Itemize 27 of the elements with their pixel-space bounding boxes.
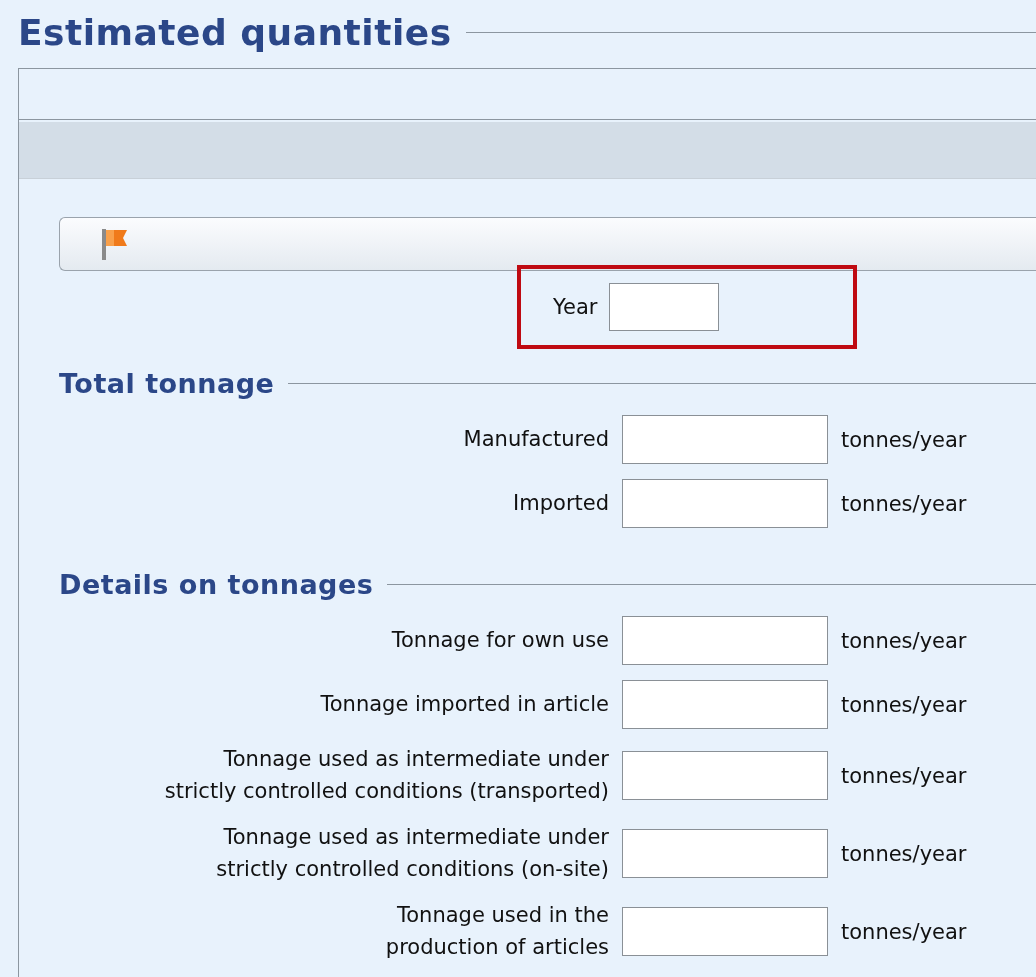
unit-label: tonnes/year [841, 763, 968, 788]
tonnage-field[interactable] [622, 829, 828, 878]
field-label: Tonnage for own use [391, 626, 609, 654]
flag-icon[interactable] [100, 227, 130, 261]
field-label: Tonnage used as intermediate under strictly controlled conditions (transported) [164, 746, 609, 805]
field-label: Imported [513, 489, 609, 517]
tonnage-field[interactable] [622, 415, 828, 464]
tonnage-field[interactable] [622, 479, 828, 528]
field-label: Manufactured [463, 425, 609, 453]
unit-label: tonnes/year [841, 919, 968, 944]
field-label: Tonnage used in the production of articles [385, 902, 609, 961]
field-label: Tonnage imported in article [320, 690, 609, 718]
tonnage-field[interactable] [622, 616, 828, 665]
field-label: Tonnage used as intermediate under strictly controlled conditions (on-site) [216, 824, 609, 883]
section-heading: Details on tonnages [59, 568, 374, 600]
page-title: Estimated quantities [18, 11, 452, 53]
unit-label: tonnes/year [841, 841, 968, 866]
tonnage-field[interactable] [622, 907, 828, 956]
unit-label: tonnes/year [841, 491, 968, 516]
unit-label: tonnes/year [841, 427, 968, 452]
year-field[interactable] [609, 283, 720, 331]
tonnage-field[interactable] [622, 751, 828, 800]
year-label: Year [553, 295, 598, 319]
unit-label: tonnes/year [841, 628, 968, 653]
unit-label: tonnes/year [841, 692, 968, 717]
tonnage-field[interactable] [622, 680, 828, 729]
section-heading: Total tonnage [59, 367, 275, 399]
